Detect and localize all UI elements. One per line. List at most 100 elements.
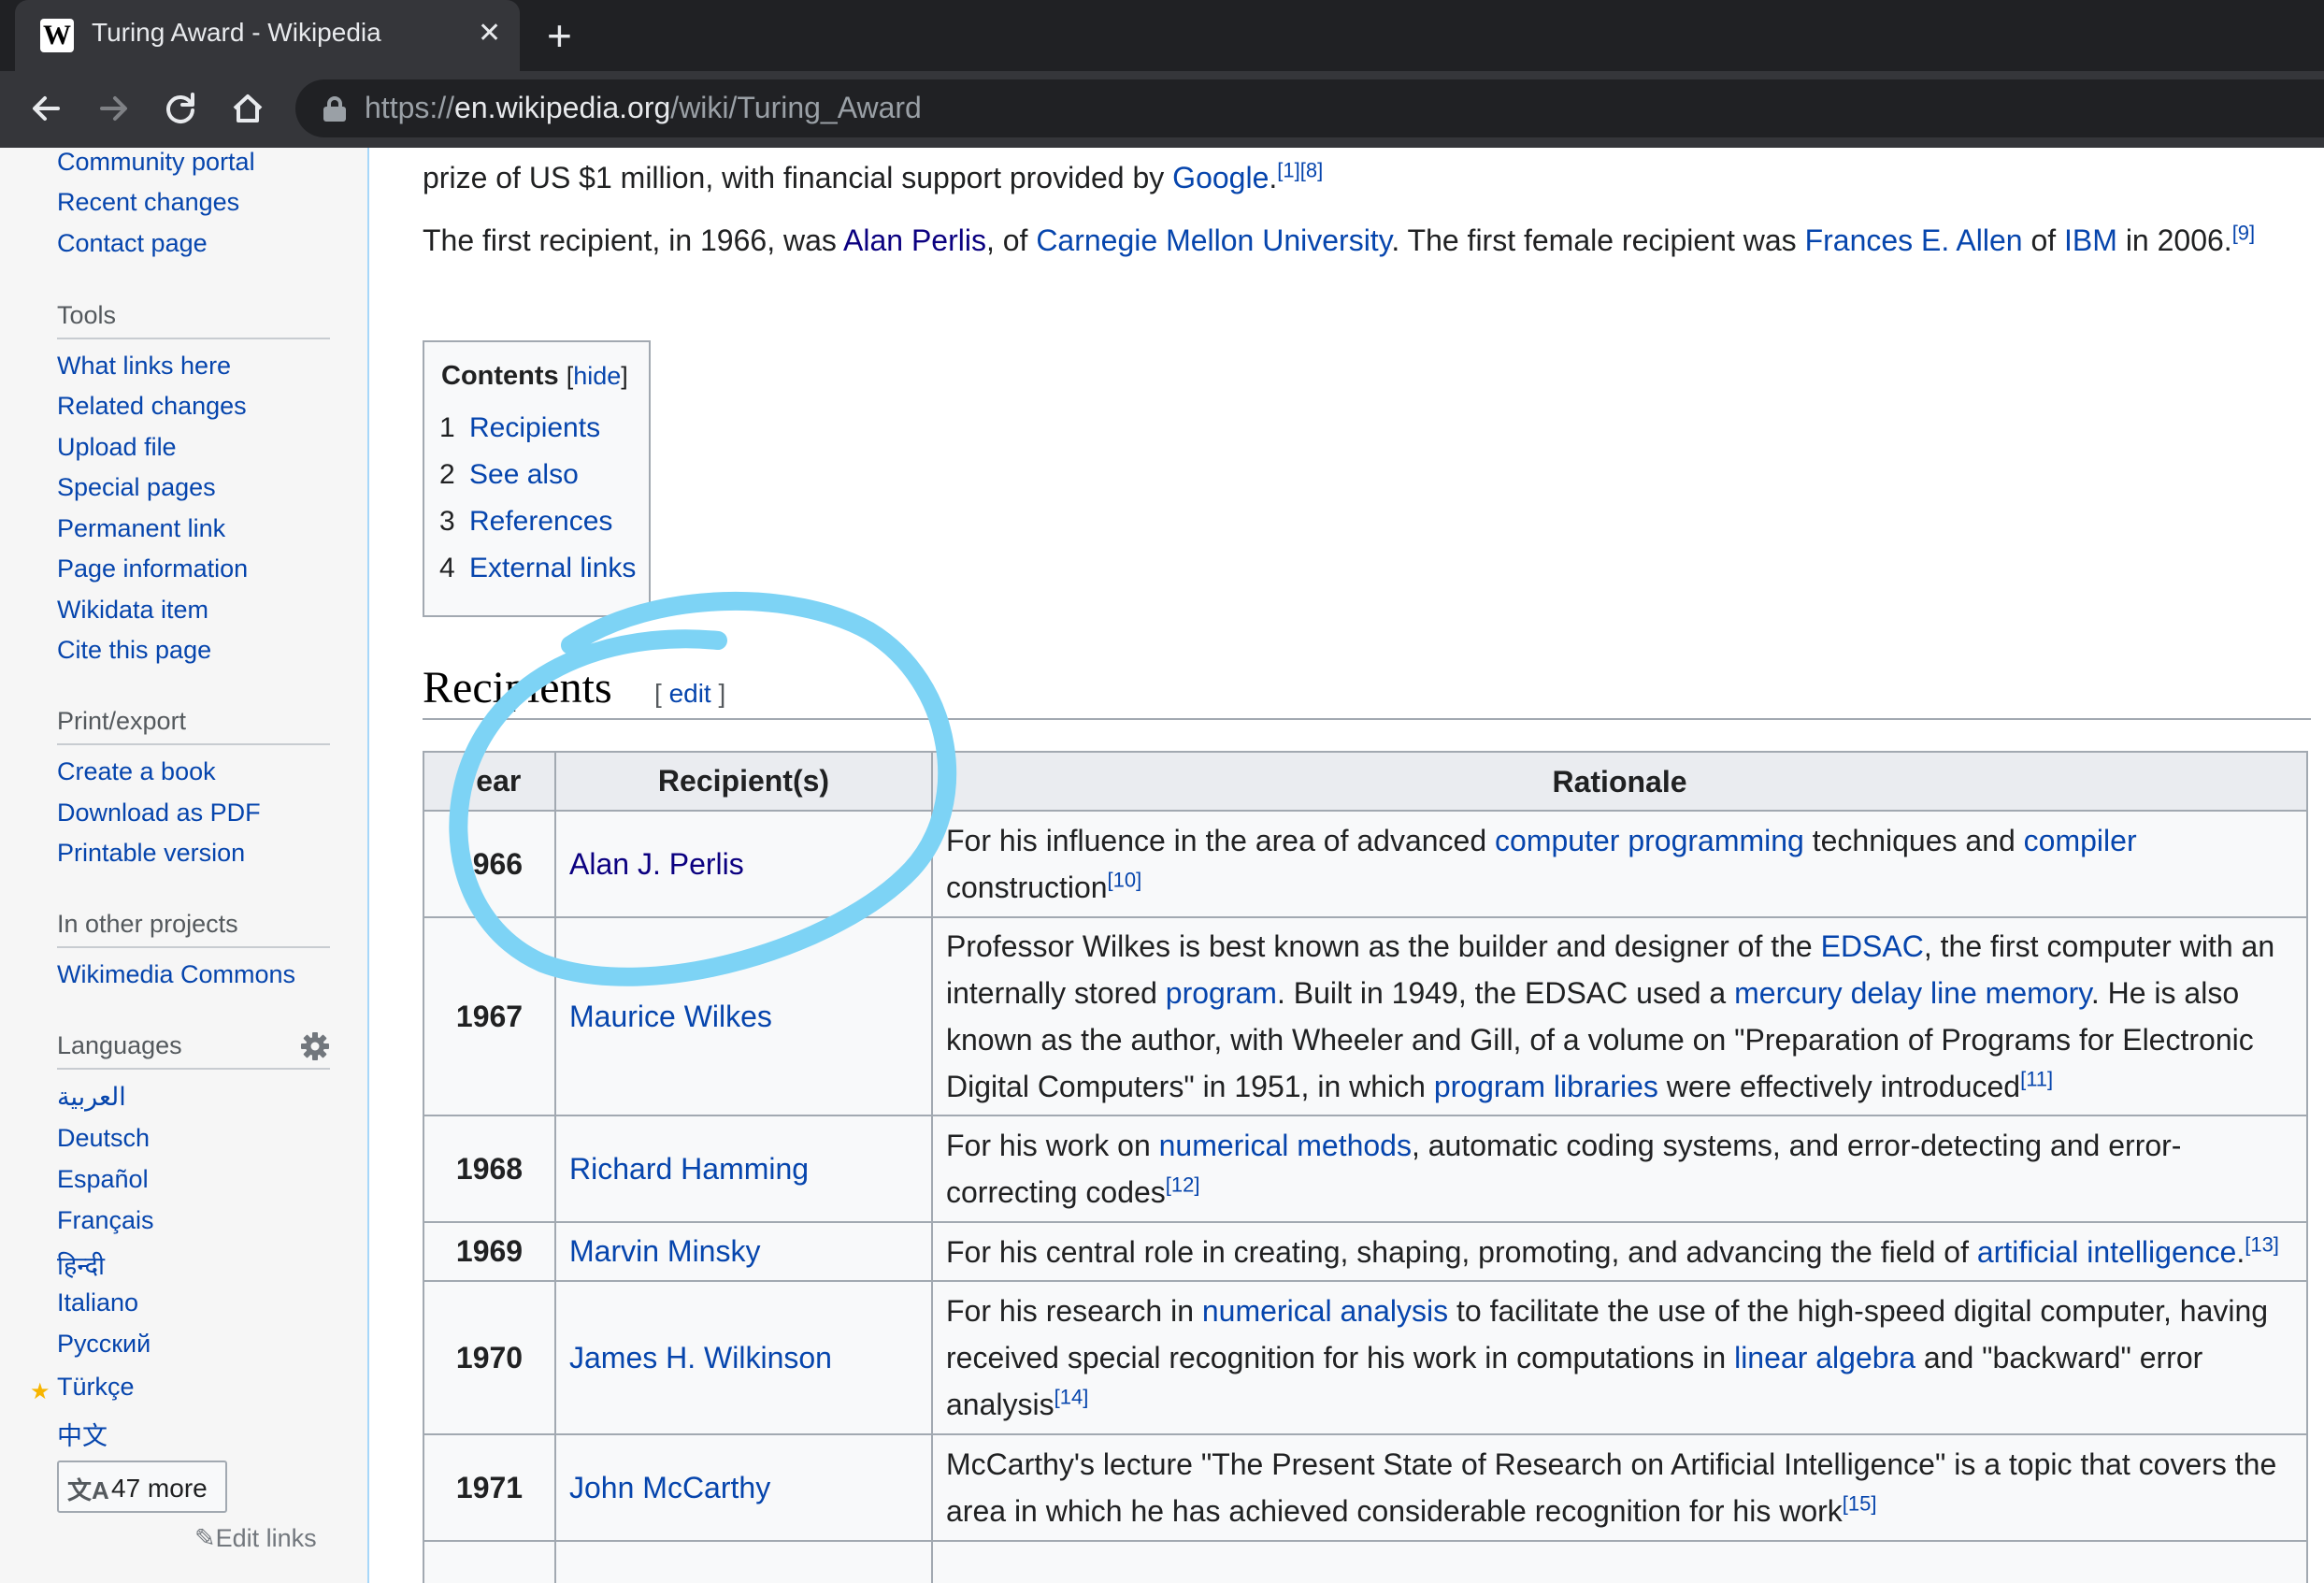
tab-title: Turing Award - Wikipedia	[92, 18, 381, 47]
recipient-link[interactable]: Richard Hamming	[569, 1152, 809, 1186]
link-google[interactable]: Google	[1172, 161, 1269, 194]
ref-8[interactable]: [8]	[1300, 158, 1323, 181]
column-header-year[interactable]: Year	[423, 751, 556, 812]
reload-icon[interactable]	[154, 82, 207, 135]
divider	[57, 338, 330, 339]
toc-title: Contents [hide]	[441, 361, 628, 391]
reference: [12]	[1166, 1173, 1200, 1196]
column-header-rationale[interactable]: Rationale	[931, 751, 2308, 812]
language-link-spanish[interactable]: Español	[57, 1165, 149, 1194]
recipient-link[interactable]: Maurice Wilkes	[569, 1000, 772, 1033]
language-link-italian[interactable]: Italiano	[57, 1288, 138, 1317]
sidebar-link-permanent-link[interactable]: Permanent link	[57, 514, 225, 543]
sidebar-link-page-information[interactable]: Page information	[57, 554, 248, 583]
rationale-link[interactable]: EDSAC	[1821, 929, 1924, 963]
table-row: Edsger Dijkstra was a principal contribu…	[423, 1540, 2308, 1583]
cell-recipient	[554, 1540, 933, 1583]
sidebar-link-contact-page[interactable]: Contact page	[57, 229, 208, 258]
star-badge-icon: ★	[30, 1379, 50, 1404]
link-carnegie-mellon[interactable]: Carnegie Mellon University	[1036, 223, 1391, 257]
browser-tab[interactable]: W Turing Award - Wikipedia ✕	[15, 0, 520, 71]
rationale-link[interactable]: mercury delay line memory	[1734, 976, 2091, 1010]
column-header-recipients[interactable]: Recipient(s)	[554, 751, 933, 812]
sidebar-navigation: Community portal Recent changes Contact …	[0, 148, 369, 1583]
reference-link[interactable]: [14]	[1054, 1385, 1089, 1408]
reference-link[interactable]: [13]	[2245, 1232, 2279, 1256]
toc-item[interactable]: 1 Recipients	[439, 412, 600, 444]
reference: [13]	[2245, 1232, 2279, 1256]
home-icon[interactable]	[222, 82, 274, 135]
forward-arrow-icon[interactable]	[87, 82, 139, 135]
toc-item[interactable]: 3 References	[439, 506, 612, 538]
language-link-russian[interactable]: Русский	[57, 1330, 151, 1359]
toc-item[interactable]: 2 See also	[439, 459, 579, 491]
heading-divider	[423, 718, 2311, 720]
language-link-chinese[interactable]: 中文	[57, 1416, 108, 1452]
back-arrow-icon[interactable]	[21, 82, 73, 135]
table-row: 1968 Richard Hamming For his work on numer…	[423, 1115, 2308, 1223]
section-edit-link[interactable]: [ edit ]	[654, 679, 725, 709]
language-link-turkish[interactable]: Türkçe	[57, 1373, 135, 1402]
reference-link[interactable]: [11]	[2020, 1067, 2053, 1090]
edit-links-link[interactable]: ✎Edit links	[194, 1524, 317, 1553]
more-languages-button[interactable]: 文A 47 more	[57, 1461, 227, 1513]
sidebar-link-wikimedia-commons[interactable]: Wikimedia Commons	[57, 960, 295, 989]
recipient-link[interactable]: John McCarthy	[569, 1471, 770, 1504]
toc-hide-toggle[interactable]: hide	[573, 362, 621, 390]
reference-link[interactable]: [12]	[1166, 1173, 1200, 1196]
reference-link[interactable]: [10]	[1108, 868, 1142, 891]
sidebar-link-recent-changes[interactable]: Recent changes	[57, 188, 239, 217]
cell-recipient: James H. Wilkinson	[554, 1280, 933, 1435]
browser-toolbar: https://en.wikipedia.org/wiki/Turing_Awa…	[0, 71, 2324, 148]
recipient-link[interactable]: Alan J. Perlis	[569, 847, 744, 881]
cell-year: 1968	[423, 1115, 556, 1223]
url-text: https://en.wikipedia.org/wiki/Turing_Awa…	[365, 91, 922, 124]
sidebar-link-cite-this-page[interactable]: Cite this page	[57, 636, 211, 665]
rationale-link[interactable]: linear algebra	[1734, 1341, 1915, 1374]
rationale-text: For his central role in creating, shapin…	[946, 1234, 1977, 1269]
wikipedia-favicon-icon: W	[40, 19, 74, 52]
recipient-link[interactable]: James H. Wilkinson	[569, 1341, 832, 1374]
rationale-link[interactable]: compiler	[2024, 824, 2137, 857]
rationale-link[interactable]: program	[1166, 976, 1277, 1010]
recipient-link[interactable]: Marvin Minsky	[569, 1234, 760, 1268]
address-bar[interactable]: https://en.wikipedia.org/wiki/Turing_Awa…	[295, 79, 2324, 137]
table-body: 1966 Alan J. Perlis For his influence in t…	[423, 810, 2308, 1583]
ref-1[interactable]: [1]	[1277, 158, 1299, 181]
language-link-arabic[interactable]: العربية	[57, 1083, 126, 1112]
ref-9[interactable]: [9]	[2232, 221, 2255, 244]
recipients-table: Year Recipient(s) Rationale 1966 Alan J. …	[423, 751, 2308, 1583]
sidebar-link-download-pdf[interactable]: Download as PDF	[57, 799, 261, 827]
language-link-french[interactable]: Français	[57, 1206, 154, 1235]
link-alan-perlis[interactable]: Alan Perlis	[843, 223, 986, 257]
gear-icon[interactable]	[299, 1030, 331, 1062]
rationale-text: construction	[946, 871, 1108, 904]
language-link-hindi[interactable]: हिन्दी	[57, 1247, 105, 1282]
sidebar-link-printable-version[interactable]: Printable version	[57, 839, 245, 868]
language-link-german[interactable]: Deutsch	[57, 1124, 150, 1153]
link-frances-allen[interactable]: Frances E. Allen	[1805, 223, 2023, 257]
rationale-link[interactable]: numerical analysis	[1202, 1294, 1448, 1328]
article-content: prize of US $1 million, with financial s…	[371, 148, 2324, 1583]
sidebar-link-special-pages[interactable]: Special pages	[57, 473, 216, 502]
sidebar-link-upload-file[interactable]: Upload file	[57, 433, 177, 462]
sidebar-link-create-a-book[interactable]: Create a book	[57, 757, 216, 786]
sidebar-link-what-links-here[interactable]: What links here	[57, 352, 231, 381]
rationale-text: For his work on	[946, 1129, 1159, 1162]
rationale-text: techniques and	[1803, 824, 2024, 857]
cell-year: 1971	[423, 1433, 556, 1542]
rationale-link[interactable]: artificial intelligence	[1977, 1235, 2236, 1269]
rationale-link[interactable]: program libraries	[1434, 1070, 1658, 1103]
intro-paragraph-2: The first recipient, in 1966, was Alan P…	[423, 221, 2256, 257]
rationale-link[interactable]: computer programming	[1495, 824, 1804, 857]
tab-close-icon[interactable]: ✕	[478, 17, 501, 50]
reference-link[interactable]: [15]	[1843, 1491, 1877, 1515]
sidebar-link-related-changes[interactable]: Related changes	[57, 392, 247, 421]
new-tab-icon[interactable]: +	[547, 12, 572, 59]
cell-year: 1970	[423, 1280, 556, 1435]
toc-item[interactable]: 4 External links	[439, 553, 636, 584]
sidebar-link-community-portal[interactable]: Community portal	[57, 148, 255, 177]
rationale-link[interactable]: numerical methods	[1159, 1129, 1412, 1162]
link-ibm[interactable]: IBM	[2064, 223, 2117, 257]
sidebar-link-wikidata-item[interactable]: Wikidata item	[57, 596, 208, 625]
